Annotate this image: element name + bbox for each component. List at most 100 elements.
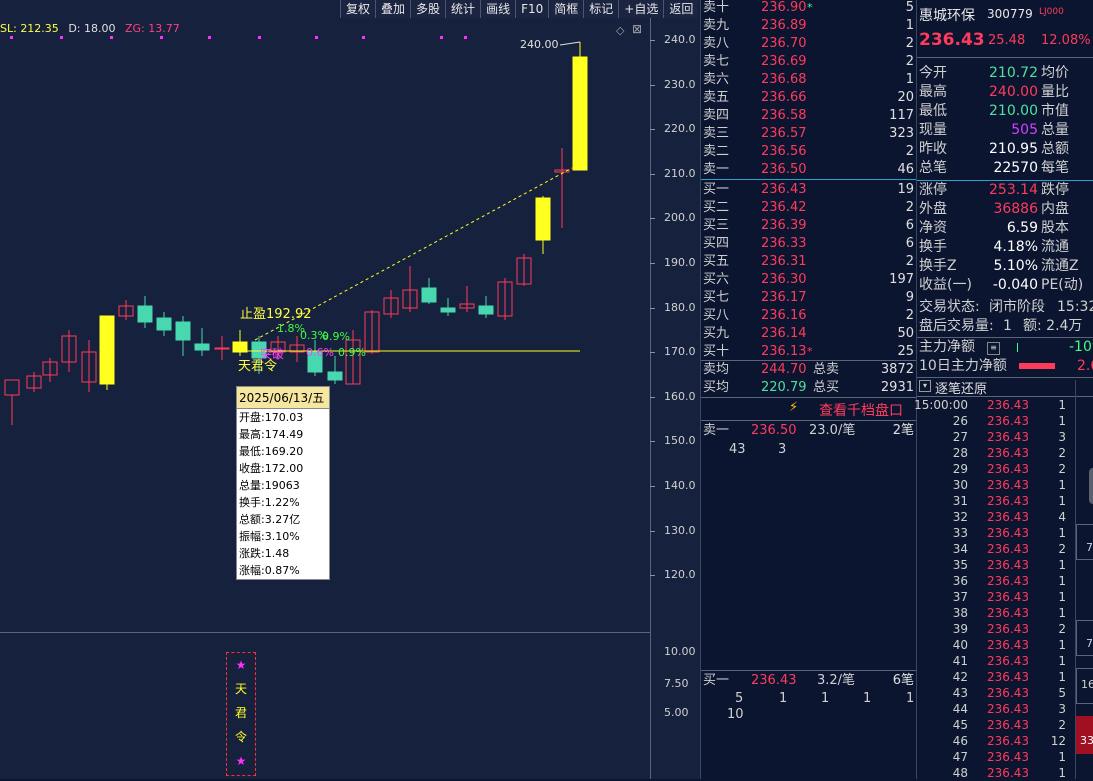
bids-price: 236.43 [761, 182, 807, 197]
tick-time: 35 [952, 558, 968, 572]
quote-right-label: 内盘 [1041, 201, 1069, 217]
quote-row: 涨停 253.14 跌停 [917, 181, 1093, 200]
asks-row[interactable]: 卖七 236.69 2 [701, 53, 916, 71]
tick-time: 38 [952, 606, 968, 620]
quote-label: 最高 [919, 84, 947, 100]
asks-row[interactable]: 卖六 236.68 1 [701, 71, 916, 89]
quote-label: 换手Z [919, 258, 957, 274]
bids-row[interactable]: 买七 236.17 9 [701, 289, 916, 307]
asks-row[interactable]: 卖二 236.56 2 [701, 143, 916, 161]
signal-dot [10, 36, 13, 39]
tick-qty: 1 [1058, 590, 1066, 604]
quote-row: 外盘 36886 内盘 [917, 200, 1093, 219]
tick-row: 38 236.43 1 [917, 605, 1093, 621]
tick-row: 31 236.43 1 [917, 493, 1093, 509]
bids-row[interactable]: 买一 236.43 19 [701, 181, 916, 199]
collapse-icon[interactable]: ▾ [919, 380, 931, 392]
side-box-2-value: 7 [1086, 637, 1093, 650]
tick-qty: 1 [1058, 670, 1066, 684]
candle-body [194, 343, 210, 351]
tick-row: 35 236.43 1 [917, 557, 1093, 573]
bids-row[interactable]: 买二 236.42 2 [701, 199, 916, 217]
tick-row: 26 236.43 1 [917, 413, 1093, 429]
tick-row: 32 236.43 4 [917, 509, 1093, 525]
asks-label: 卖六 [703, 72, 730, 87]
signal-dot [315, 36, 318, 39]
bids-row[interactable]: 买十 236.13 * 25 [701, 343, 916, 361]
asks-row[interactable]: 卖一 236.50 46 [701, 161, 916, 179]
tick-time: 30 [952, 478, 968, 492]
tick-price: 236.43 [987, 702, 1029, 716]
bids-row[interactable]: 买五 236.31 2 [701, 253, 916, 271]
quote-label: 收益(一) [919, 277, 972, 293]
bids-qty: 19 [897, 182, 914, 197]
kline-chart-panel[interactable]: 复权 叠加 多股 统计 画线 F10 简框 标记 +自选 返回 SL: 212.35 D: 18.… [0, 0, 700, 779]
book-midline [701, 179, 917, 180]
quote-right-label: 跌停 [1041, 182, 1069, 198]
candle-body [214, 347, 230, 350]
asks-qty: 2 [905, 36, 914, 51]
bids-qty: 25 [897, 344, 914, 359]
bids-price: 236.16 [761, 308, 807, 323]
thousand-level-link[interactable]: 查看千档盘口 [819, 400, 903, 420]
signal-dot [258, 36, 261, 39]
asks-qty: 323 [889, 126, 914, 141]
tick-row: 29 236.43 2 [917, 461, 1093, 477]
bids-row[interactable]: 买八 236.16 2 [701, 307, 916, 325]
price-tick: 180.0 [664, 300, 696, 314]
breakout-label: 突破 [260, 347, 285, 361]
bids-row[interactable]: 买六 236.30 197 [701, 271, 916, 289]
bids-label: 买十 [703, 344, 730, 359]
quote-right-label: PE(动) [1041, 277, 1084, 293]
tick-time: 34 [952, 542, 968, 556]
bids-row[interactable]: 买九 236.14 50 [701, 325, 916, 343]
asks-row[interactable]: 卖五 236.66 20 [701, 89, 916, 107]
tick-qty: 2 [1058, 542, 1066, 556]
asks-price: 236.57 [761, 126, 807, 141]
quote-row: 收益(一) -0.040 PE(动) [917, 276, 1093, 295]
price-tick: 220.0 [664, 122, 696, 136]
tick-row: 15:00:00 236.43 1 [914, 397, 1093, 413]
candle-body [99, 315, 115, 385]
tick-qty: 1 [1058, 526, 1066, 540]
main-force-bar [1017, 343, 1018, 352]
tick-row: 36 236.43 1 [917, 573, 1093, 589]
bids-qty: 50 [897, 326, 914, 341]
asks-row[interactable]: 卖四 236.58 117 [701, 107, 916, 125]
asks-row[interactable]: 卖八 236.70 2 [701, 35, 916, 53]
asks-qty: 5 [905, 0, 914, 15]
bids-row[interactable]: 买四 236.33 6 [701, 235, 916, 253]
stock-code: 300779 [987, 7, 1033, 21]
sell-avg-value: 244.70 [761, 362, 807, 377]
quote-value: 210.95 [989, 141, 1038, 157]
tick-time: 44 [952, 702, 968, 716]
quote-row: 今开 210.72 均价 [917, 64, 1093, 83]
sub-tick: 10.00 [664, 645, 696, 658]
main-force-label: 主力净额 [919, 339, 975, 355]
price-tick-mark [650, 84, 655, 86]
side-handle[interactable] [1089, 468, 1093, 504]
tick-qty: 1 [1058, 558, 1066, 572]
bids-row[interactable]: 买三 236.39 6 [701, 217, 916, 235]
tick-time: 43 [952, 686, 968, 700]
menu-icon[interactable]: ≡ [987, 342, 1000, 355]
side-box-2: 7 [1076, 620, 1093, 656]
tick-price: 236.43 [987, 526, 1029, 540]
asks-row[interactable]: 卖三 236.57 323 [701, 125, 916, 143]
asks-price: 236.68 [761, 72, 807, 87]
candle-body [478, 305, 494, 315]
price-tick: 190.0 [664, 256, 696, 269]
tick-time: 26 [952, 414, 968, 428]
price-tick: 120.0 [664, 568, 696, 582]
asks-qty: 1 [905, 18, 914, 33]
tick-time: 28 [952, 446, 968, 460]
quote-separator [917, 57, 1093, 58]
tick-qty: 1 [1058, 574, 1066, 588]
asks-row[interactable]: 卖九 236.89 1 [701, 17, 916, 35]
asks-row[interactable]: 卖十 236.90 * 5 [701, 0, 916, 17]
banner-char: ★ [235, 658, 247, 672]
buy-avg-label: 买均 [703, 380, 730, 395]
toolbar-button-9[interactable]: 返回 [663, 0, 699, 18]
asks-price: 236.69 [761, 54, 807, 69]
tick-row: 33 236.43 1 [917, 525, 1093, 541]
